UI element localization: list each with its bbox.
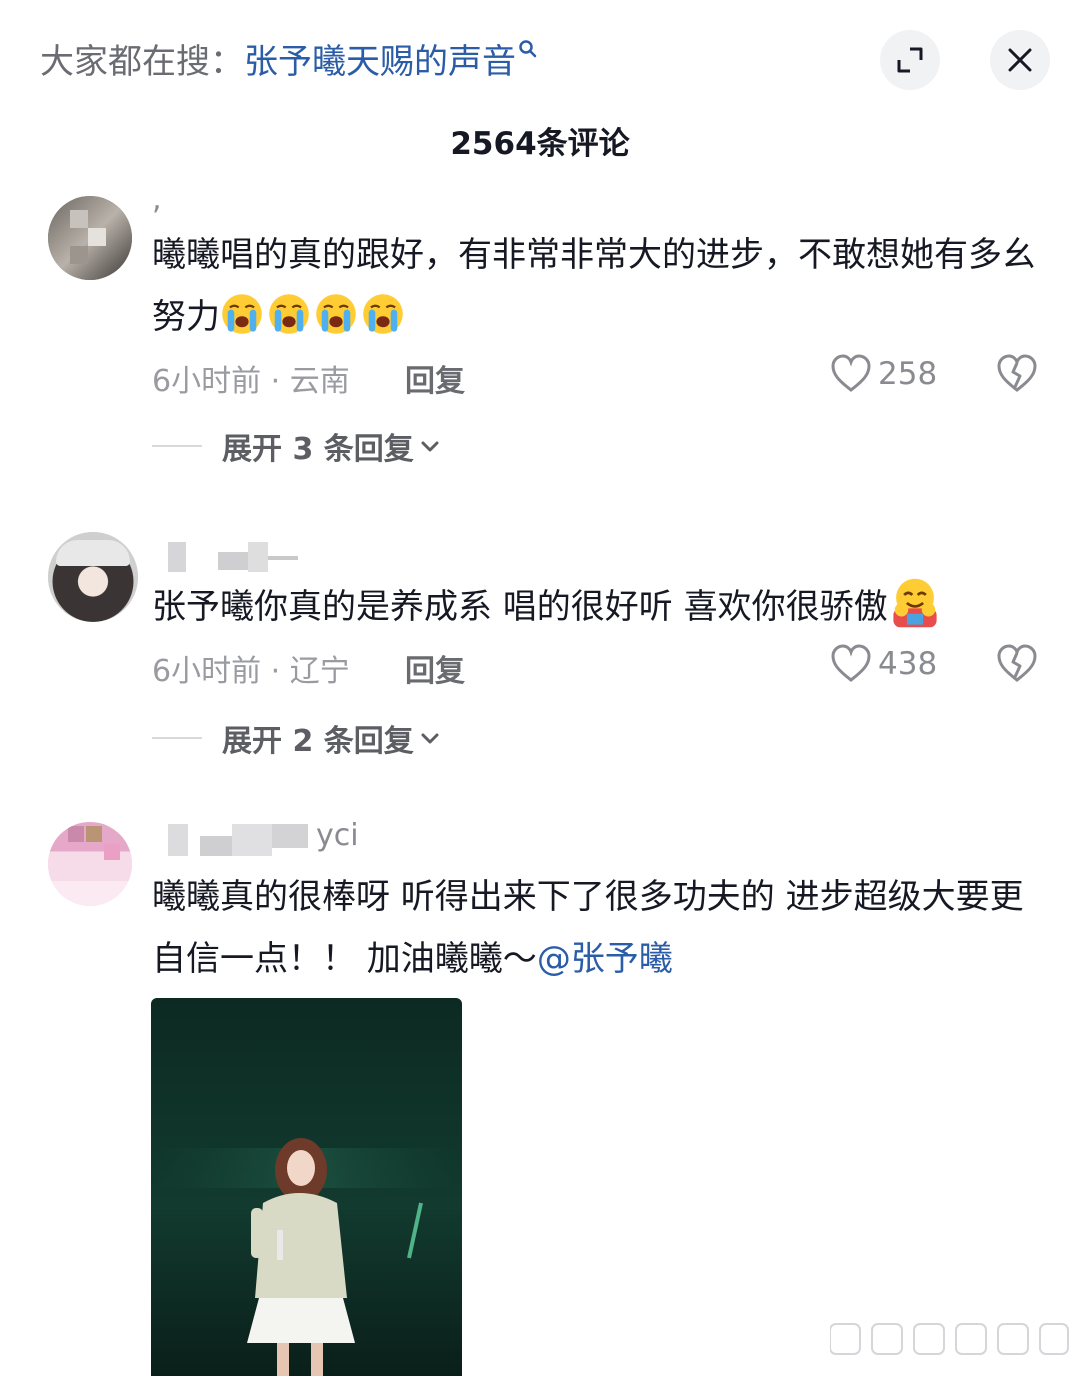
hugging-face-icon xyxy=(888,578,945,628)
chevron-down-icon xyxy=(421,441,439,452)
comment-text: 曦曦唱的真的跟好，有非常非常大的进步，不敢想她有多幺努力 xyxy=(152,224,1052,348)
reply-button[interactable]: 回复 xyxy=(405,646,465,690)
divider xyxy=(152,737,202,739)
loudly-crying-face-icon xyxy=(220,294,408,337)
avatar[interactable] xyxy=(48,196,132,280)
like-button[interactable]: 258 xyxy=(830,354,937,394)
expand-sheet-button[interactable] xyxy=(880,30,940,90)
username-blur xyxy=(248,542,268,572)
concert-photo xyxy=(151,998,462,1376)
expand-replies-label: 展开 2 条回复 xyxy=(222,724,414,759)
username-text: yci xyxy=(316,818,359,853)
reply-button[interactable]: 回复 xyxy=(405,356,465,400)
comment-sheet: 大家都在搜：张予曦天赐的声音 2564条评论 , 曦曦唱的真的跟好，有非常非常大… xyxy=(0,0,1080,1376)
avatar[interactable] xyxy=(48,822,132,906)
username[interactable]: , xyxy=(152,182,162,222)
search-icon xyxy=(518,24,538,72)
comment-text: 曦曦真的很棒呀 听得出来下了很多功夫的 进步超级大要更自信一点！！ 加油曦曦～@… xyxy=(152,866,1042,990)
comment-time-location: 6小时前 · 辽宁 xyxy=(152,654,350,689)
expand-icon xyxy=(897,47,923,73)
like-count: 438 xyxy=(878,646,938,682)
username-blur xyxy=(200,836,232,856)
broken-heart-icon xyxy=(997,644,1037,682)
comment-text: 张予曦你真的是养成系 唱的很好听 喜欢你很骄傲 xyxy=(152,576,1052,638)
avatar[interactable] xyxy=(48,532,138,622)
username[interactable]: yci xyxy=(152,818,382,862)
like-count: 258 xyxy=(878,356,938,392)
comment-time-location: 6小时前 · 云南 xyxy=(152,364,350,399)
heart-icon xyxy=(831,644,871,682)
expand-replies-button[interactable]: 展开 2 条回复 xyxy=(152,716,442,760)
close-button[interactable] xyxy=(990,30,1050,90)
username-blur xyxy=(218,552,248,570)
username-blur xyxy=(268,556,298,560)
dislike-button[interactable] xyxy=(996,644,1038,688)
username-blur xyxy=(232,824,272,856)
expand-replies-button[interactable]: 展开 3 条回复 xyxy=(152,424,442,468)
broken-heart-icon xyxy=(997,354,1037,392)
username[interactable] xyxy=(152,538,302,578)
comment-count: 2564条评论 xyxy=(450,126,630,162)
expand-replies-label: 展开 3 条回复 xyxy=(222,432,414,467)
username-blur xyxy=(168,542,186,572)
chevron-down-icon xyxy=(421,733,439,744)
username-blur xyxy=(168,824,188,856)
watermark-logo xyxy=(829,1320,1070,1364)
comment-image[interactable] xyxy=(151,998,462,1376)
divider xyxy=(152,445,202,447)
search-suggestion-prefix: 大家都在搜： xyxy=(40,42,244,82)
like-button[interactable]: 438 xyxy=(830,644,937,684)
search-suggestion[interactable]: 大家都在搜：张予曦天赐的声音 xyxy=(40,38,537,86)
comment-text-content: 张予曦你真的是养成系 唱的很好听 喜欢你很骄傲 xyxy=(152,587,888,627)
dislike-button[interactable] xyxy=(996,354,1038,398)
search-suggestion-query[interactable]: 张予曦天赐的声音 xyxy=(244,42,516,82)
username-blur xyxy=(272,824,308,848)
mention-link[interactable]: @张予曦 xyxy=(537,939,673,979)
close-icon xyxy=(1008,48,1032,72)
heart-icon xyxy=(831,354,871,392)
